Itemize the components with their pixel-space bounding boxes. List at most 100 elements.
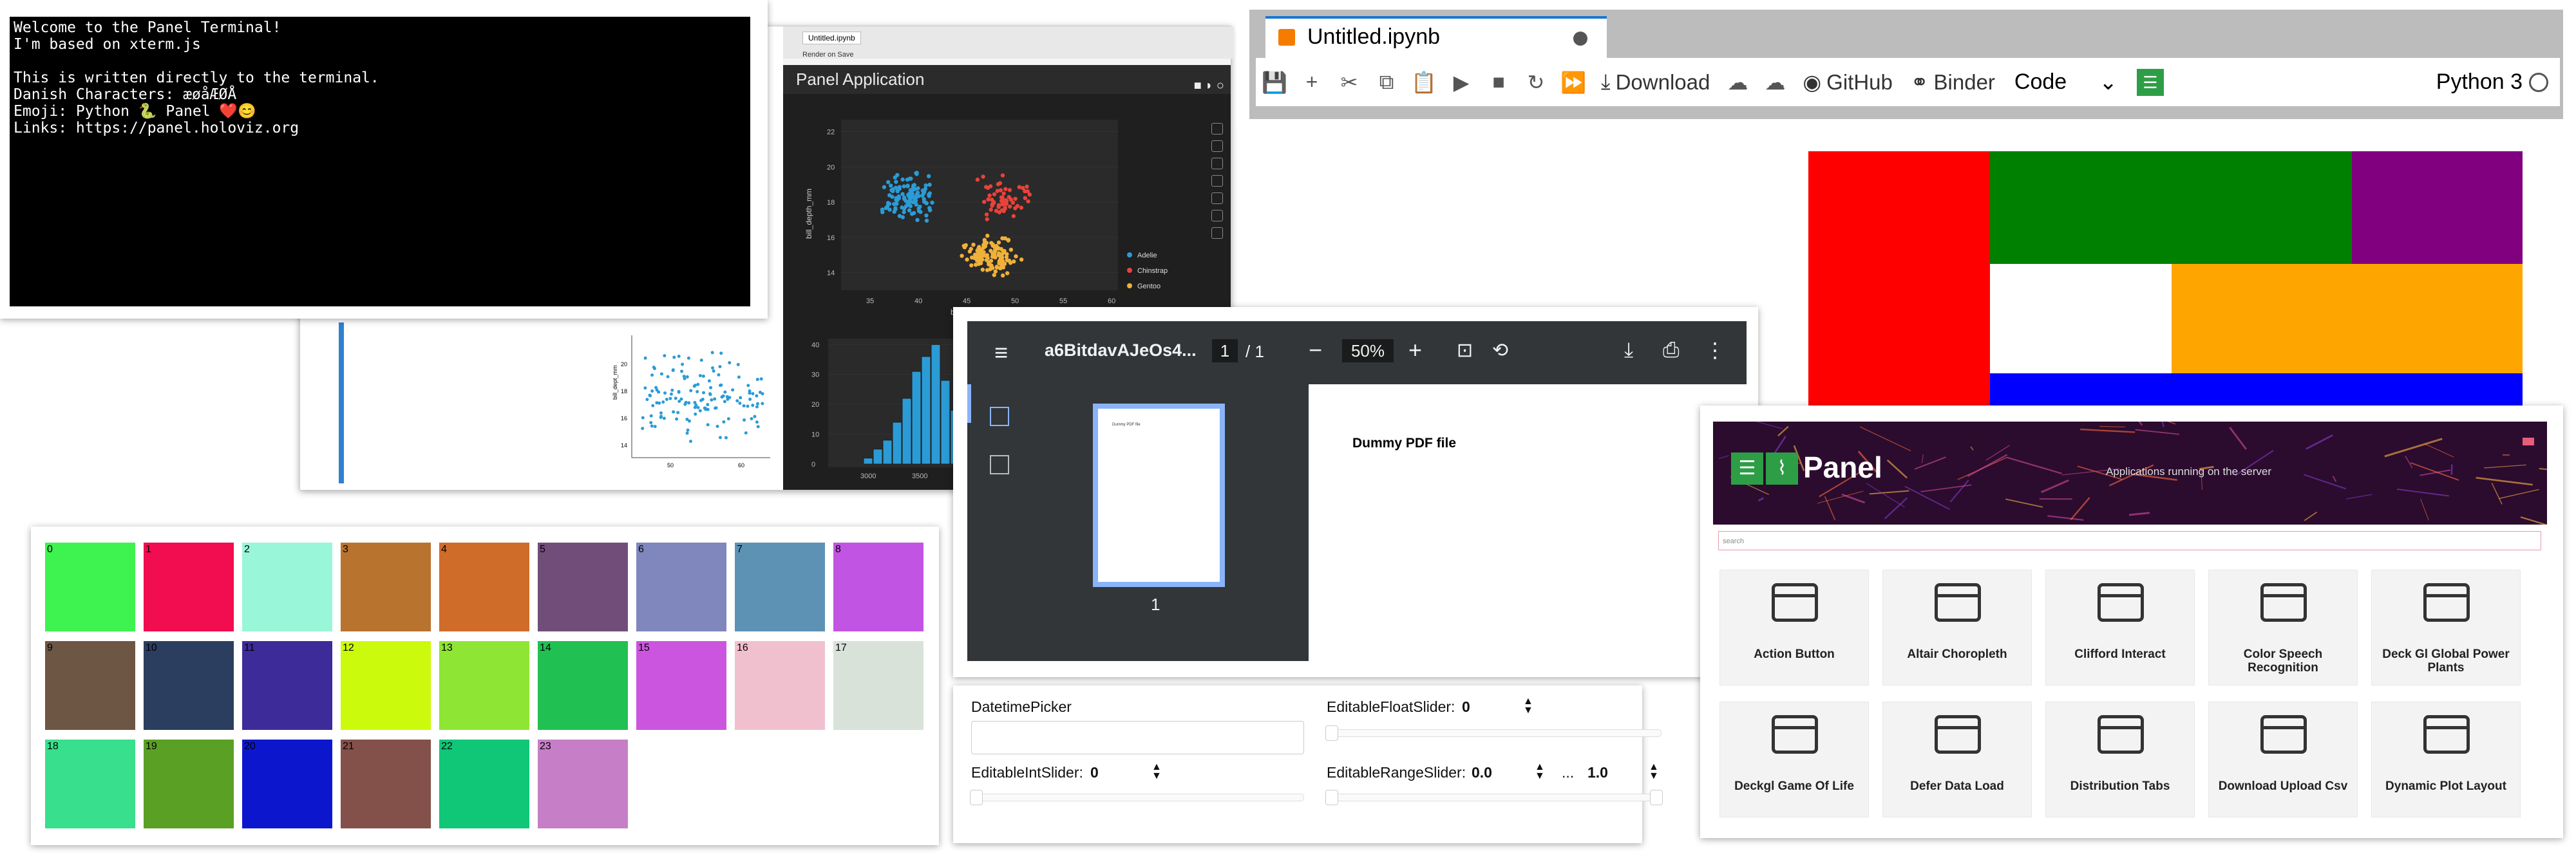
gallery-banner: ☰ ⌇ Panel Applications running on the se… [1713, 422, 2547, 525]
add-cell-icon[interactable]: + [1293, 70, 1331, 94]
y-tick-label: 30 [811, 371, 819, 379]
restart-icon[interactable]: ↻ [1517, 70, 1555, 95]
copy-icon[interactable]: ⧉ [1368, 70, 1405, 95]
float-slider-track[interactable] [1327, 729, 1662, 737]
page-thumbnail[interactable]: Dummy PDF file [1093, 404, 1225, 587]
render-on-save-checkbox[interactable]: Render on Save [802, 51, 854, 59]
cut-icon[interactable]: ✂ [1331, 70, 1368, 95]
binder-button[interactable]: ⚭ Binder [1911, 70, 1995, 95]
scatter-point [981, 174, 985, 179]
download-button[interactable]: ⤓ Download [1601, 70, 1710, 95]
cloud-upload-icon[interactable]: ☁ [1756, 70, 1794, 95]
app-card[interactable]: Clifford Interact [2045, 570, 2195, 685]
zoom-input[interactable]: 50% [1342, 339, 1394, 362]
search-input[interactable]: search [1718, 531, 2541, 550]
run-icon[interactable]: ▶ [1443, 70, 1480, 95]
scatter-point [651, 404, 655, 407]
scatter-point [980, 267, 985, 272]
scatter-point [709, 386, 713, 389]
scatter-point [688, 440, 692, 443]
app-card[interactable]: Dynamic Plot Layout [2371, 702, 2521, 817]
zoom-in-icon[interactable]: + [1408, 337, 1422, 364]
outline-icon[interactable] [990, 455, 1009, 474]
scatter-point [997, 210, 1002, 214]
scatter-point [663, 354, 667, 358]
range-slider-track[interactable] [1327, 794, 1662, 801]
box-zoom-tool-icon[interactable] [1211, 175, 1223, 187]
app-card[interactable]: Deckgl Game Of Life [1719, 702, 1869, 817]
github-button[interactable]: ◉ GitHub [1803, 70, 1893, 95]
int-spinner-icon[interactable]: ▲ ▼ [1151, 762, 1162, 781]
kernel-name[interactable]: Python 3 [2436, 70, 2523, 95]
cloud-download-icon[interactable]: ☁ [1719, 70, 1756, 95]
range-end-value[interactable]: 1.0 [1587, 764, 1608, 781]
thumbnails-icon[interactable] [990, 407, 1009, 426]
int-slider-value[interactable]: 0 [1090, 764, 1099, 781]
scatter-point [718, 436, 722, 440]
app-card[interactable]: Distribution Tabs [2045, 702, 2195, 817]
app-window-icon [1935, 583, 1981, 622]
range-slider-end-handle[interactable] [1650, 790, 1663, 805]
y-tick-label: 14 [827, 270, 835, 277]
panel-preview-icon[interactable]: ☰ [2136, 68, 2164, 96]
pdf-sidebar: Dummy PDF file 1 [967, 384, 1309, 661]
scatter-point [989, 248, 993, 253]
cell-type-select[interactable]: Code ⌄ [2014, 70, 2117, 95]
scatter-point [659, 372, 663, 376]
unsaved-indicator-icon[interactable] [1573, 32, 1587, 46]
range-end-spinner-icon[interactable]: ▲ ▼ [1649, 762, 1659, 781]
menu-icon[interactable]: ≡ [994, 339, 1008, 366]
notebook-tab[interactable]: Untitled.ipynb [1265, 16, 1607, 58]
run-all-icon[interactable]: ⏩ [1555, 70, 1592, 95]
hover-tool-icon[interactable] [1211, 227, 1223, 239]
range-start-spinner-icon[interactable]: ▲ ▼ [1535, 762, 1545, 781]
app-card[interactable]: Color Speech Recognition [2208, 570, 2358, 685]
swatch-index: 10 [146, 642, 157, 653]
histogram-bar [940, 380, 951, 465]
stop-icon[interactable]: ■ [1480, 70, 1517, 94]
page-number-input[interactable]: 1 [1212, 339, 1238, 362]
print-icon[interactable]: ⎙ [1663, 338, 1680, 362]
more-options-icon[interactable]: ⋮ [1705, 338, 1725, 362]
int-slider-track[interactable] [971, 794, 1304, 801]
app-card[interactable]: Action Button [1719, 570, 1869, 685]
app-window-icon [1772, 583, 1818, 622]
pan-tool-icon[interactable] [1211, 140, 1223, 152]
scatter-point [1003, 236, 1008, 241]
app-card[interactable]: Altair Choropleth [1882, 570, 2032, 685]
theme-toggle-icon[interactable] [2523, 438, 2534, 445]
save-icon[interactable]: 💾 [1256, 70, 1293, 95]
float-slider-handle[interactable] [1325, 725, 1338, 741]
map-streak [1718, 455, 1729, 460]
scatter-point [751, 404, 755, 407]
bokeh-logo-icon[interactable] [1211, 123, 1223, 135]
app-card[interactable]: Deck Gl Global Power Plants [2371, 570, 2521, 685]
int-slider-handle[interactable] [970, 790, 983, 805]
paste-icon[interactable]: 📋 [1405, 70, 1443, 95]
app-card[interactable]: Download Upload Csv [2208, 702, 2358, 817]
rotate-icon[interactable]: ⟲ [1492, 339, 1508, 362]
float-slider-value[interactable]: 0 [1462, 698, 1470, 716]
range-slider-start-handle[interactable] [1325, 790, 1338, 805]
y-axis-label: bill_depth_mm [804, 189, 813, 239]
scatter-point [698, 374, 702, 378]
range-start-value[interactable]: 0.0 [1472, 764, 1492, 781]
fit-page-icon[interactable]: ⊡ [1457, 339, 1473, 362]
app-card[interactable]: Defer Data Load [1882, 702, 2032, 817]
save-tool-icon[interactable] [1211, 192, 1223, 204]
zoom-tool-icon[interactable] [1211, 158, 1223, 169]
scatter-point [706, 423, 710, 427]
scrollbar[interactable] [339, 322, 344, 483]
zoom-out-icon[interactable]: − [1309, 337, 1322, 364]
scatter-point [689, 389, 693, 393]
terminal-screen[interactable]: Welcome to the Panel Terminal! I'm based… [10, 17, 750, 306]
scatter-point [924, 201, 929, 205]
theme-toggle-icon[interactable]: ■ ◗ ○ [1194, 71, 1224, 100]
datetime-input[interactable] [971, 721, 1304, 754]
browser-tab[interactable]: Untitled.ipynb [802, 32, 861, 44]
download-icon[interactable]: ⤓ [1624, 338, 1633, 362]
float-spinner-icon[interactable]: ▲ ▼ [1523, 696, 1533, 716]
app-card-label: Deckgl Game Of Life [1734, 779, 1854, 793]
scatter-point [916, 206, 921, 211]
reset-tool-icon[interactable] [1211, 210, 1223, 221]
